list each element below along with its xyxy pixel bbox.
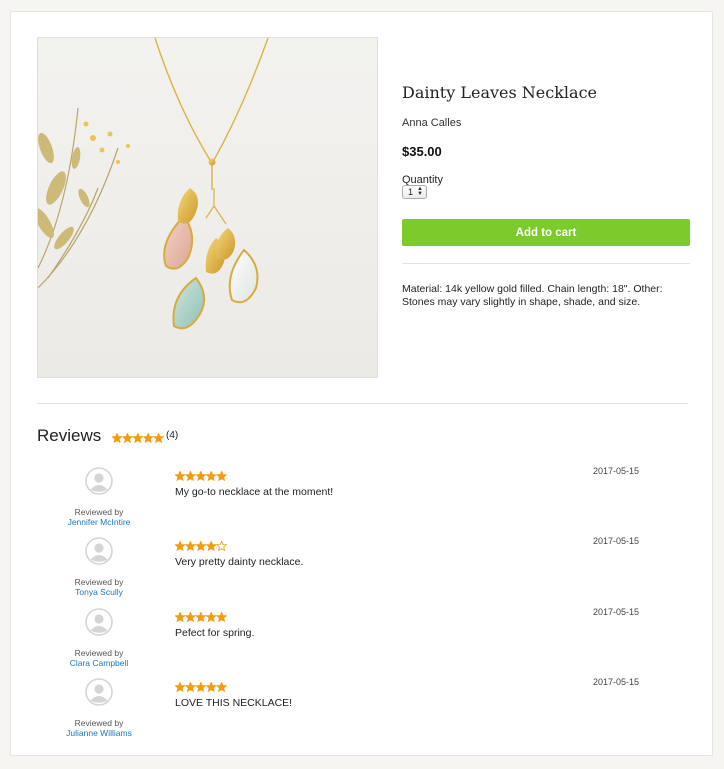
star-rating [174, 470, 228, 482]
product-price: $35.00 [402, 144, 442, 159]
review-item: Reviewed by Jennifer McIntire My go-to nec… [37, 463, 697, 533]
star-rating [174, 681, 228, 693]
review-text: Pefect for spring. [175, 626, 255, 639]
review-item: Reviewed by Tonya Scully Very pretty daint… [37, 533, 697, 603]
average-rating-stars [111, 430, 165, 448]
star-filled-icon [174, 540, 186, 552]
review-rating [174, 679, 228, 697]
reviewed-by-label: Reviewed by [74, 647, 124, 658]
star-filled-icon [174, 610, 186, 622]
add-to-cart-button[interactable]: Add to cart [402, 219, 690, 246]
star-rating [174, 540, 228, 552]
section-divider [37, 403, 688, 404]
product-vendor: Anna Calles [402, 117, 462, 129]
review-date: 2017-05-15 [593, 606, 640, 617]
star-filled-icon [132, 432, 144, 444]
star-filled-icon [121, 432, 134, 444]
product-card: Dainty Leaves Necklace Anna Calles $35.0… [10, 11, 713, 756]
star-filled-icon [195, 470, 207, 482]
star-filled-icon [184, 470, 197, 482]
star-rating [174, 610, 228, 622]
avatar-icon [85, 537, 113, 566]
star-filled-icon [184, 540, 197, 552]
star-filled-icon [152, 432, 165, 444]
review-item: Reviewed by Clara Campbell Pefect for spri… [37, 604, 697, 674]
review-count: (4) [166, 430, 179, 441]
star-filled-icon [205, 681, 217, 693]
product-description: Material: 14k yellow gold filled. Chain … [402, 283, 663, 308]
quantity-value: 1 [408, 187, 414, 197]
star-filled-icon [215, 681, 228, 693]
quantity-select[interactable]: 1 ▲ ▼ [402, 185, 427, 199]
star-filled-icon [184, 681, 197, 693]
star-filled-icon [205, 470, 217, 482]
avatar-icon [85, 467, 113, 495]
reviewer-name[interactable]: Tonya Scully [37, 587, 161, 597]
star-filled-icon [184, 610, 197, 622]
reviewer-name[interactable]: Julianne Williams [37, 728, 161, 738]
review-date: 2017-05-15 [593, 676, 640, 687]
review-rating [174, 609, 228, 627]
product-title: Dainty Leaves Necklace [402, 83, 597, 102]
reviewer-name[interactable]: Jennifer McIntire [37, 517, 161, 527]
star-empty-icon [215, 540, 228, 552]
star-filled-icon [215, 610, 228, 622]
select-arrows-icon: ▲ ▼ [417, 186, 423, 197]
divider [402, 263, 690, 264]
review-text: Very pretty dainty necklace. [175, 556, 304, 569]
review-item: Reviewed by Julianne Williams LOVE THIS NE… [37, 674, 697, 744]
star-filled-icon [195, 681, 207, 693]
review-rating [174, 468, 228, 486]
star-filled-icon [174, 470, 186, 482]
avatar-icon [85, 607, 113, 636]
star-rating [111, 432, 165, 444]
star-filled-icon [195, 610, 207, 622]
star-filled-icon [142, 432, 154, 444]
review-text: LOVE THIS NECKLACE! [175, 696, 293, 709]
reviewed-by-label: Reviewed by [74, 577, 124, 588]
reviewed-by-label: Reviewed by [74, 507, 124, 517]
star-filled-icon [111, 432, 123, 444]
review-date: 2017-05-15 [593, 536, 640, 547]
reviews-heading: Reviews [37, 426, 102, 445]
review-date: 2017-05-15 [593, 466, 640, 476]
star-filled-icon [215, 470, 228, 482]
reviewed-by-label: Reviewed by [74, 717, 124, 728]
review-text: My go-to necklace at the moment! [175, 486, 334, 498]
product-image[interactable] [37, 37, 378, 378]
reviewer-name[interactable]: Clara Campbell [37, 658, 161, 668]
star-filled-icon [205, 540, 217, 552]
star-filled-icon [205, 610, 217, 622]
avatar-icon [85, 678, 113, 706]
star-filled-icon [174, 681, 186, 693]
review-rating [174, 538, 228, 556]
star-filled-icon [195, 540, 207, 552]
